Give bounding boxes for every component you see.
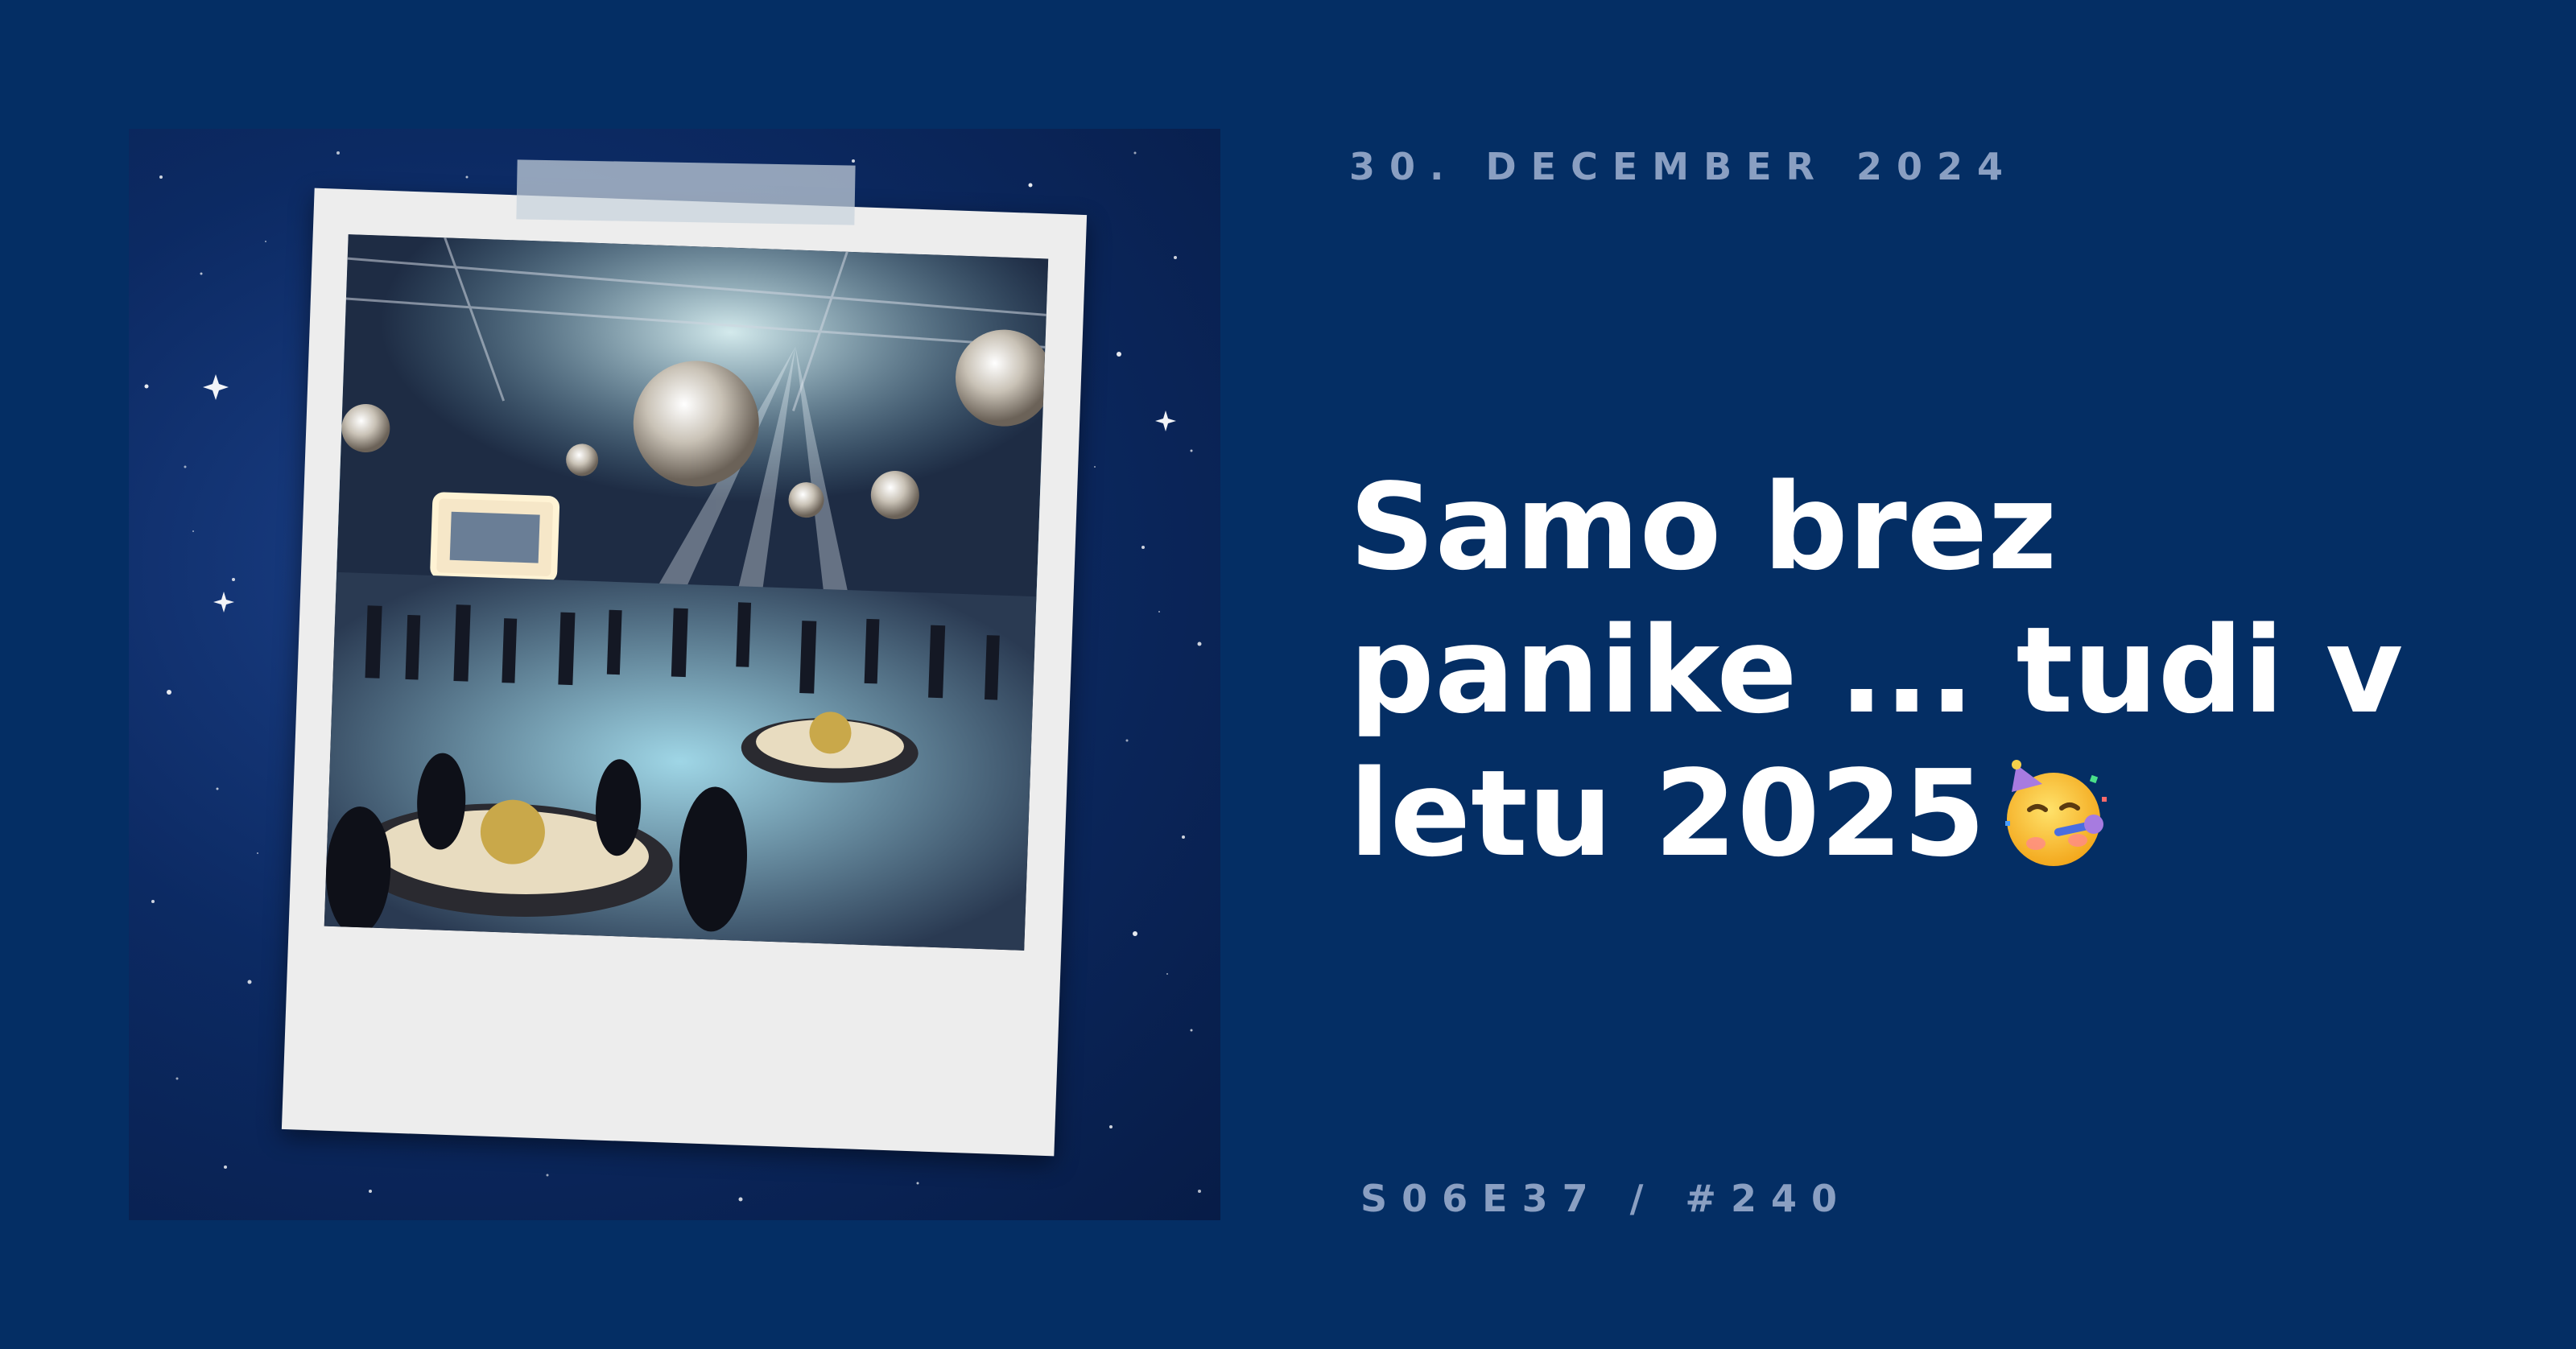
episode-title-text: Samo brez panike ... tudi v letu 2025 <box>1349 458 2404 883</box>
episode-date: 30. DECEMBER 2024 <box>1349 145 2018 188</box>
party-photo <box>324 234 1049 951</box>
cover-artwork <box>129 129 1220 1220</box>
tape-strip <box>516 159 856 225</box>
party-face-emoji-icon <box>2004 760 2107 866</box>
polaroid-frame <box>281 188 1088 1157</box>
episode-number: S06E37 / #240 <box>1360 1177 1852 1220</box>
episode-title: Samo brez panike ... tudi v letu 2025 <box>1349 456 2444 885</box>
